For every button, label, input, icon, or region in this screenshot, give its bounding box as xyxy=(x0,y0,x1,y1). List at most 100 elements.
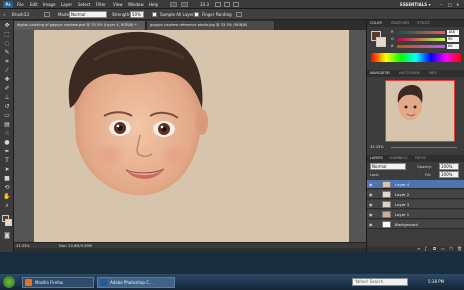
zoom-tool-icon[interactable]: ⌕ xyxy=(2,202,12,210)
layer-row-1[interactable]: ◉ Layer 1 xyxy=(367,210,464,219)
tab-info[interactable]: INFO xyxy=(429,71,437,75)
tab-channels[interactable]: CHANNELS xyxy=(389,156,408,160)
eyedropper-tool-icon[interactable]: ⁄ xyxy=(2,67,12,75)
red-value-input[interactable]: 188 xyxy=(447,30,459,35)
color-ramp[interactable] xyxy=(371,53,461,62)
menu-edit[interactable]: Edit xyxy=(30,2,38,7)
layer-row-3[interactable]: ◉ Layer 3 xyxy=(367,200,464,209)
tab-color[interactable]: COLOR xyxy=(370,21,382,25)
brush-preset-picker[interactable]: 13 xyxy=(24,12,29,17)
blue-slider[interactable]: B 86 xyxy=(391,44,461,49)
arrange-documents-icon[interactable] xyxy=(233,2,239,7)
mode-select[interactable]: Normal xyxy=(69,11,107,18)
color-panel-background-swatch[interactable] xyxy=(376,37,386,47)
trash-icon[interactable]: 🗑 xyxy=(457,246,462,251)
3d-rotate-tool-icon[interactable]: ⟲ xyxy=(2,184,12,192)
gradient-tool-icon[interactable]: ▤ xyxy=(2,121,12,129)
lasso-tool-icon[interactable]: ◌ xyxy=(2,40,12,48)
workspace-switcher[interactable]: ESSENTIALS ▾ xyxy=(400,2,431,7)
visibility-eye-icon[interactable]: ◉ xyxy=(369,202,374,207)
sample-all-layers-checkbox[interactable] xyxy=(152,12,157,17)
shape-tool-icon[interactable]: ■ xyxy=(2,175,12,183)
smudge-tool-icon[interactable]: ☝ xyxy=(3,12,5,17)
visibility-eye-icon[interactable]: ◉ xyxy=(369,222,374,227)
red-slider[interactable]: R 188 xyxy=(391,30,461,35)
tab-styles[interactable]: STYLES xyxy=(417,21,429,25)
tab-paths[interactable]: PATHS xyxy=(415,156,426,160)
pen-tool-icon[interactable]: ✒ xyxy=(2,148,12,156)
blue-track[interactable] xyxy=(397,45,445,48)
layer-row-2[interactable]: ◉ Layer 2 xyxy=(367,190,464,199)
tab-reference-photo[interactable]: gagoys nephew reference photo.jpg @ 33.3… xyxy=(147,21,275,30)
menu-filter[interactable]: Filter xyxy=(96,2,106,7)
layer-row-background[interactable]: ◉ Background xyxy=(367,220,464,229)
new-folder-icon[interactable]: ▭ xyxy=(441,246,445,251)
finger-painting-checkbox[interactable] xyxy=(194,12,199,17)
history-brush-tool-icon[interactable]: ↺ xyxy=(2,103,12,111)
smudge-tool-icon[interactable]: ☝ xyxy=(2,130,12,138)
visibility-eye-icon[interactable]: ◉ xyxy=(369,182,374,187)
move-tool-icon[interactable]: ✥ xyxy=(2,22,12,30)
pressure-icon[interactable] xyxy=(236,12,242,17)
minimize-icon[interactable]: – xyxy=(440,2,442,7)
brush-tool-icon[interactable]: ✐ xyxy=(2,85,12,93)
menu-layer[interactable]: Layer xyxy=(61,2,72,7)
opacity-input[interactable]: 100% xyxy=(439,163,459,170)
path-selection-tool-icon[interactable]: ➤ xyxy=(2,166,12,174)
quick-mask-icon[interactable]: ◙ xyxy=(2,232,12,240)
menu-window[interactable]: Window xyxy=(128,2,144,7)
link-layers-icon[interactable]: ∞ xyxy=(417,246,420,251)
tab-digital-painting[interactable]: digital painting of gagoys nephew.psd @ … xyxy=(14,21,146,30)
green-track[interactable] xyxy=(397,38,445,41)
menu-select[interactable]: Select xyxy=(78,2,90,7)
marquee-tool-icon[interactable]: ⬚ xyxy=(2,31,12,39)
status-doc-size[interactable]: Doc: 20.8M/9.39M xyxy=(59,244,92,248)
menu-file[interactable]: File xyxy=(17,2,24,7)
eraser-tool-icon[interactable]: ▭ xyxy=(2,112,12,120)
rotate-view-icon[interactable] xyxy=(224,2,230,7)
menu-help[interactable]: Help xyxy=(149,2,158,7)
mini-bridge-icon[interactable] xyxy=(181,2,188,7)
crop-tool-icon[interactable]: ⌗ xyxy=(2,58,12,66)
system-clock[interactable]: 5:38 PM xyxy=(428,279,444,284)
maximize-icon[interactable]: □ xyxy=(448,2,452,7)
menu-view[interactable]: View xyxy=(113,2,123,7)
strength-input[interactable]: 50% xyxy=(130,11,144,18)
tab-histogram[interactable]: HISTOGRAM xyxy=(399,71,420,75)
add-mask-icon[interactable]: ◘ xyxy=(433,246,436,251)
green-slider[interactable]: G 90 xyxy=(391,37,461,42)
green-value-input[interactable]: 90 xyxy=(447,37,459,42)
blue-value-input[interactable]: 86 xyxy=(447,44,459,49)
brush-panel-icon[interactable] xyxy=(44,12,50,17)
background-color-swatch[interactable] xyxy=(5,219,12,226)
navigator-preview[interactable] xyxy=(385,80,455,142)
start-button[interactable] xyxy=(3,276,15,288)
close-icon[interactable]: ✕ xyxy=(456,2,459,7)
fill-input[interactable]: 100% xyxy=(439,171,459,178)
blend-mode-select[interactable]: Normal xyxy=(370,163,406,170)
zoom-level-menu[interactable]: 33.3 xyxy=(200,2,209,7)
taskbar-firefox[interactable]: Mozilla Firefox xyxy=(22,277,94,288)
tab-swatches[interactable]: SWATCHES xyxy=(391,21,409,25)
navigator-zoom-slider[interactable] xyxy=(391,147,457,148)
quick-selection-tool-icon[interactable]: ✎ xyxy=(2,49,12,57)
healing-brush-tool-icon[interactable]: ✚ xyxy=(2,76,12,84)
menu-image[interactable]: Image xyxy=(43,2,56,7)
yahoo-search-input[interactable]: Yahoo! Search xyxy=(352,278,408,286)
hand-tool-icon[interactable] xyxy=(215,2,221,7)
tab-navigator[interactable]: NAVIGATOR xyxy=(370,71,390,75)
visibility-eye-icon[interactable]: ◉ xyxy=(369,192,374,197)
clone-stamp-tool-icon[interactable]: ⊥ xyxy=(2,94,12,102)
tab-layers[interactable]: LAYERS xyxy=(370,156,383,160)
type-tool-icon[interactable]: T xyxy=(2,157,12,165)
visibility-eye-icon[interactable]: ◉ xyxy=(369,212,374,217)
canvas-area[interactable] xyxy=(14,30,366,242)
hand-tool-icon[interactable]: ✋ xyxy=(2,193,12,201)
taskbar-photoshop[interactable]: Adobe Photoshop C... xyxy=(97,277,175,288)
add-style-icon[interactable]: ƒ xyxy=(425,246,426,251)
status-zoom[interactable]: 33.33% xyxy=(16,244,30,248)
document-canvas[interactable] xyxy=(34,30,349,242)
layer-row-4[interactable]: ◉ Layer 4 xyxy=(367,180,464,189)
navigator-zoom[interactable]: 33.33% xyxy=(370,145,384,149)
bridge-icon[interactable] xyxy=(170,2,177,7)
